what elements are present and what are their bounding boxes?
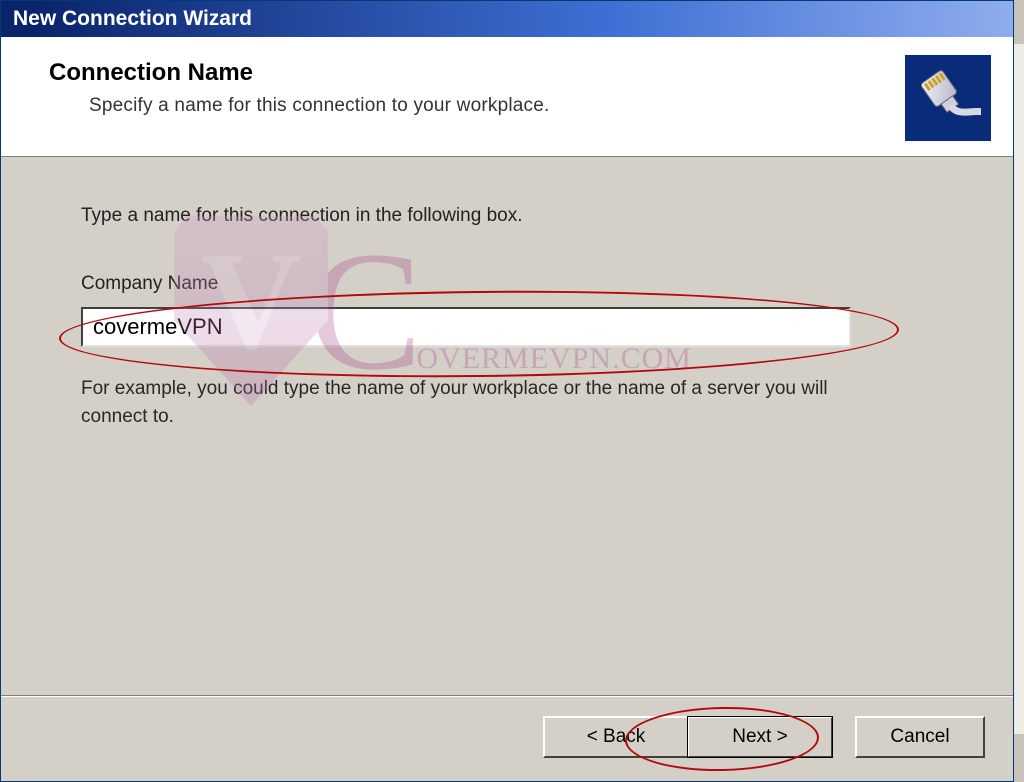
back-button[interactable]: < Back [543,716,689,758]
company-name-label: Company Name [81,273,933,295]
company-name-input[interactable] [81,307,851,347]
footer-separator [1,695,1013,697]
wizard-header-panel: Connection Name Specify a name for this … [1,37,1013,157]
window-right-edge [1014,0,1024,782]
window-title: New Connection Wizard [13,1,252,37]
example-help-text: For example, you could type the name of … [81,375,861,430]
instruction-text: Type a name for this connection in the f… [81,205,933,227]
titlebar[interactable]: New Connection Wizard [1,1,1013,37]
wizard-window: New Connection Wizard Connection Name Sp… [0,0,1014,782]
page-title: Connection Name [49,59,991,87]
cancel-button[interactable]: Cancel [855,716,985,758]
wizard-button-bar: < Back Next > Cancel [543,716,985,758]
network-rj45-cable-icon [905,55,991,141]
page-subtitle: Specify a name for this connection to yo… [89,95,991,117]
next-button[interactable]: Next > [687,716,833,758]
wizard-content: Type a name for this connection in the f… [1,157,1013,450]
